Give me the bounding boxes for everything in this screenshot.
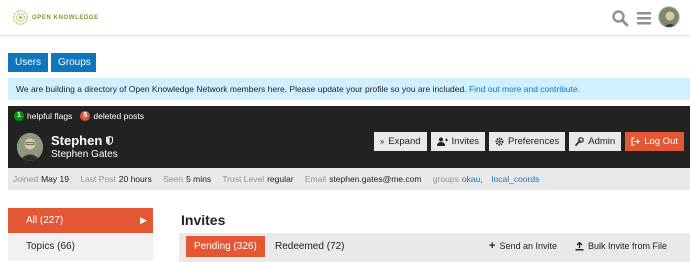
notice-text: We are building a directory of Open Know…	[16, 84, 469, 94]
users-button[interactable]: Users	[8, 53, 48, 72]
helpful-flags-stat: 1 helpful flags	[14, 111, 72, 121]
trust-level-value: regular	[267, 174, 294, 184]
invites-label: Invites	[451, 136, 480, 147]
logout-button[interactable]: Log Out	[625, 132, 684, 151]
profile-avatar	[17, 133, 43, 161]
invites-heading: Invites	[181, 212, 226, 228]
send-invite-button[interactable]: + Send an Invite	[489, 236, 557, 257]
username-text: Stephen	[51, 133, 103, 148]
seen-label: Seen	[163, 174, 184, 184]
invites-button[interactable]: Invites	[430, 132, 486, 151]
helpful-flags-label: helpful flags	[27, 111, 73, 121]
nav-item-all-label: All (227)	[26, 215, 64, 226]
nav-item-topics[interactable]: Topics (66)	[8, 233, 153, 261]
trust-level-label: Trust Level	[222, 174, 265, 184]
logo-icon	[13, 10, 28, 25]
deleted-posts-label: deleted posts	[93, 111, 144, 121]
activity-nav: All (227) ▶ Topics (66)	[8, 208, 153, 261]
send-invite-label: Send an Invite	[499, 241, 557, 251]
flag-stats: 1 helpful flags 5 deleted posts	[14, 111, 144, 121]
sign-out-icon	[631, 137, 640, 146]
expand-label: Expand	[388, 136, 421, 147]
joined-value: May 19	[41, 174, 69, 184]
preferences-button[interactable]: Preferences	[489, 132, 566, 151]
group-link-okau[interactable]: okau	[462, 174, 480, 184]
logout-label: Log Out	[644, 136, 678, 147]
groups-button[interactable]: Groups	[51, 53, 96, 72]
user-plus-icon	[436, 137, 448, 146]
group-link-local-coords[interactable]: local_coords	[492, 174, 540, 184]
email-label: Email	[304, 174, 327, 184]
admin-button[interactable]: Admin	[569, 132, 622, 151]
seen-value: 5 mins	[186, 174, 212, 184]
user-profile-panel: 1 helpful flags 5 deleted posts Stephen …	[8, 106, 690, 168]
user-meta-strip: Joined May 19 Last Post 20 hours Seen 5 min…	[8, 168, 690, 190]
invites-toolbar: Pending (326) Redeemed (72) + Send an In…	[179, 233, 690, 262]
last-post-value: 20 hours	[118, 174, 152, 184]
tab-pending[interactable]: Pending (326)	[186, 236, 265, 257]
nav-item-all[interactable]: All (227) ▶	[8, 208, 153, 233]
double-chevron-down-icon: »	[379, 137, 385, 146]
bulk-invite-label: Bulk Invite from File	[588, 241, 668, 251]
gear-icon	[495, 137, 504, 146]
deleted-posts-stat: 5 deleted posts	[80, 111, 144, 121]
profile-actions: » Expand Invites Preferences Admin Log O…	[373, 132, 684, 151]
notice-link[interactable]: Find out more and contribute.	[469, 84, 580, 94]
groups-label: groups	[432, 174, 459, 184]
wrench-icon	[575, 137, 585, 146]
upload-icon	[575, 242, 584, 251]
caret-right-icon: ▶	[140, 215, 147, 225]
search-icon[interactable]	[611, 9, 629, 27]
profile-username: Stephen	[51, 133, 114, 148]
logo-text: OPEN KNOWLEDGE	[32, 14, 99, 21]
joined-label: Joined	[13, 174, 39, 184]
hamburger-icon[interactable]	[635, 9, 653, 27]
site-logo[interactable]: OPEN KNOWLEDGE	[12, 9, 99, 26]
site-header: OPEN KNOWLEDGE	[0, 0, 690, 36]
email-value: stephen.gates@me.com	[329, 174, 422, 184]
preferences-label: Preferences	[508, 136, 560, 147]
plus-icon: +	[489, 240, 496, 252]
tab-redeemed[interactable]: Redeemed (72)	[267, 236, 352, 257]
shield-icon	[106, 136, 114, 145]
notice-banner: We are building a directory of Open Know…	[8, 78, 690, 100]
last-post-label: Last Post	[80, 174, 116, 184]
bulk-invite-button[interactable]: Bulk Invite from File	[575, 236, 667, 257]
expand-button[interactable]: » Expand	[373, 132, 427, 151]
helpful-flags-count: 1	[14, 111, 24, 121]
profile-full-name: Stephen Gates	[51, 149, 118, 160]
deleted-posts-count: 5	[80, 111, 91, 121]
user-avatar[interactable]	[658, 6, 680, 28]
admin-label: Admin	[588, 136, 616, 147]
